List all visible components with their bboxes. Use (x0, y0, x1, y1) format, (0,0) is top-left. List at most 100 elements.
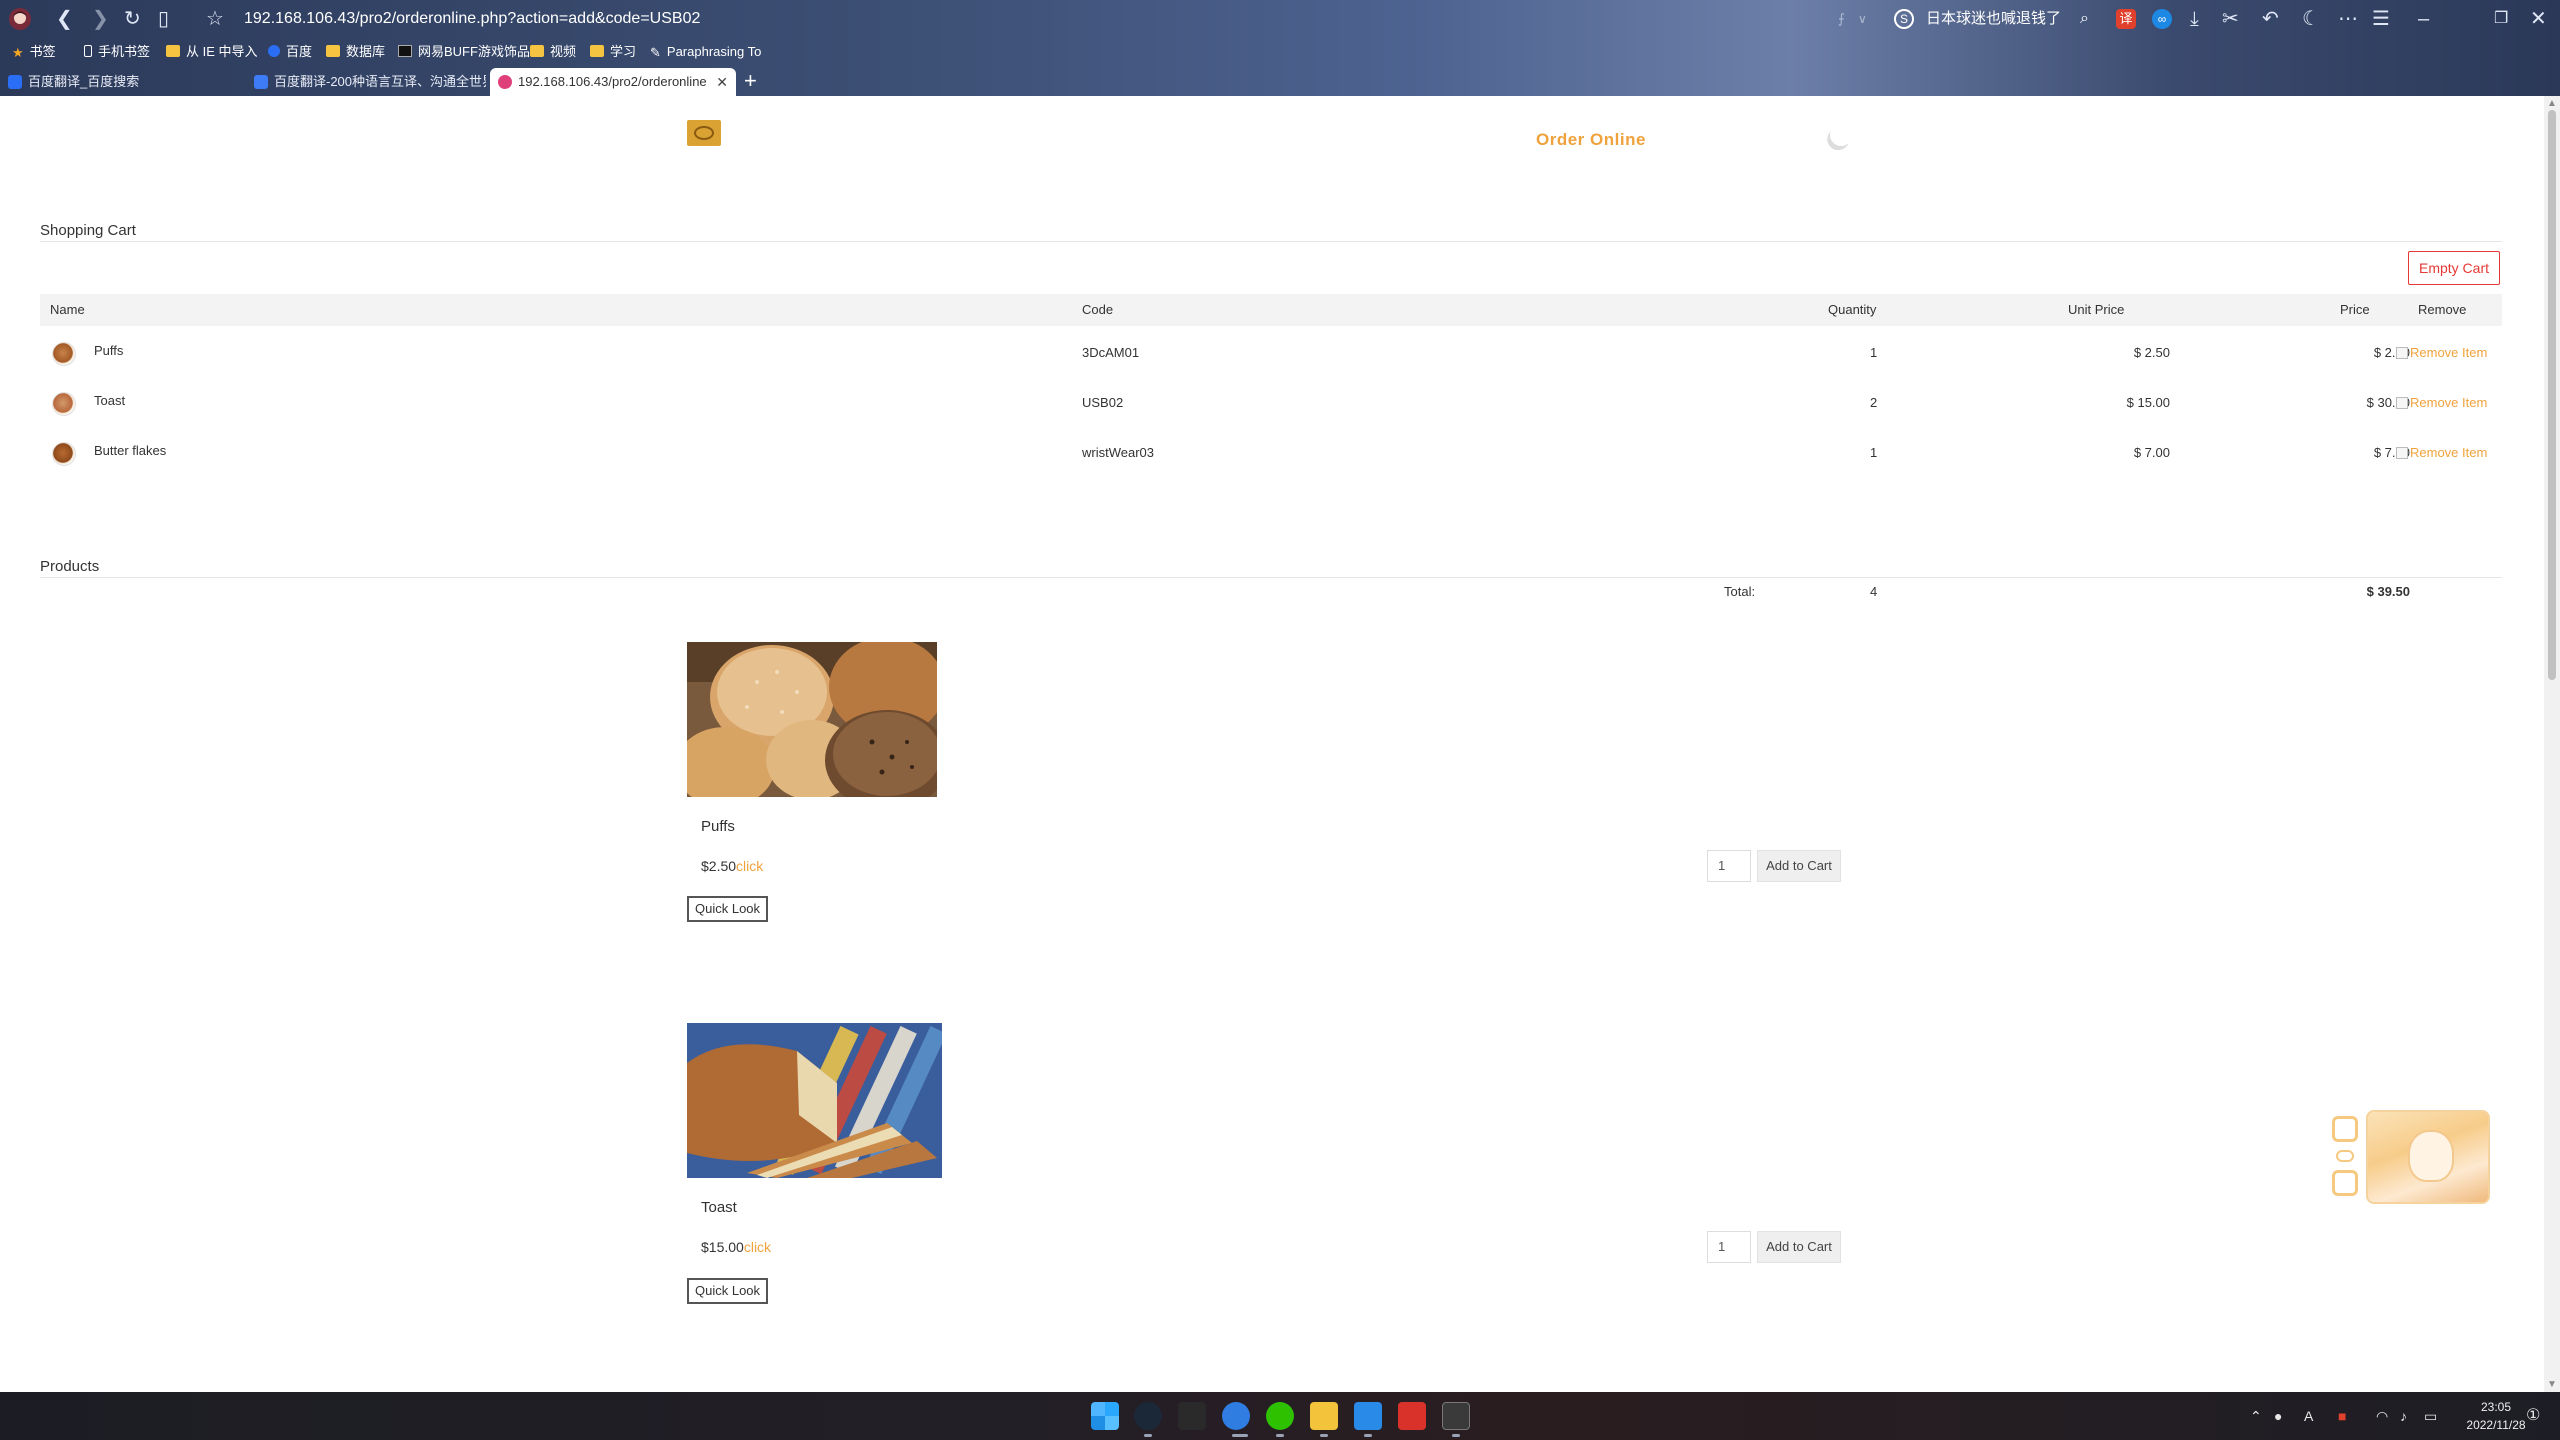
address-bar[interactable]: 192.168.106.43/pro2/orderonline.php?acti… (244, 0, 700, 38)
vscode-icon[interactable] (1354, 1402, 1382, 1430)
quick-look-button[interactable]: Quick Look (687, 896, 769, 922)
scroll-thumb[interactable] (2548, 110, 2556, 680)
bookmark-item[interactable]: 网易BUFF游戏饰品 (398, 40, 530, 64)
site-logo[interactable] (687, 120, 721, 146)
more-icon[interactable]: ⋯ (2338, 0, 2358, 38)
product-name: Puffs (701, 818, 735, 835)
bookmark-item[interactable]: 手机书签 (84, 40, 150, 64)
input-method-indicator[interactable]: A (2304, 1392, 2313, 1440)
clock-time: 23:05 (2480, 1400, 2512, 1414)
bookmark-item[interactable]: 百度 (268, 40, 312, 64)
translate-small-icon[interactable]: ⨍ (1838, 0, 1845, 38)
tray-overflow-icon[interactable]: ⌃ (2250, 1392, 2262, 1440)
sogou-tray-icon[interactable]: ■ (2338, 1392, 2346, 1440)
cart-item-code: USB02 (1082, 395, 1124, 410)
browser-icon[interactable] (1222, 1402, 1250, 1430)
favorite-star-icon[interactable]: ☆ (206, 0, 224, 38)
minimize-icon[interactable]: ‒ (2418, 0, 2429, 38)
steam-icon[interactable] (1134, 1402, 1162, 1430)
bookmark-item[interactable]: 视频 (530, 40, 576, 64)
floating-assistant-widget[interactable] (2330, 1110, 2490, 1210)
folder-icon (326, 45, 340, 57)
volume-icon[interactable]: ♪ (2400, 1392, 2407, 1440)
download-icon[interactable]: ⤓ (2190, 0, 2199, 38)
reader-mode-icon[interactable]: ▯ (158, 0, 169, 38)
bookmark-item[interactable]: ✎ Paraphrasing To (650, 40, 761, 64)
back-icon[interactable]: ❮ (56, 0, 73, 38)
wps-icon[interactable] (1398, 1402, 1426, 1430)
wechat-icon[interactable] (1266, 1402, 1294, 1430)
running-indicator (1276, 1434, 1284, 1437)
screenshot-scissors-icon[interactable]: ✂ (2222, 0, 2239, 38)
widget-badge-icon[interactable] (2332, 1116, 2358, 1142)
extension-icon[interactable]: ∞ (2152, 9, 2172, 29)
battery-icon[interactable]: ▭ (2424, 1392, 2437, 1440)
close-window-icon[interactable]: ✕ (2530, 0, 2547, 38)
tab-strip: 百度翻译_百度搜索 百度翻译-200种语言互译、沟通全世界 192.168.10… (0, 66, 2560, 96)
add-to-cart-button[interactable]: Add to Cart (1757, 1231, 1841, 1263)
quick-look-button[interactable]: Quick Look (687, 1278, 769, 1304)
product-card: Puffs $2.50click Quick Look 1 Add to Car… (0, 642, 2544, 972)
product-click-link[interactable]: click (744, 1239, 771, 1255)
product-image-toast[interactable] (687, 1023, 942, 1178)
product-name: Toast (701, 1199, 737, 1216)
file-explorer-icon[interactable] (1310, 1402, 1338, 1430)
bookmark-item[interactable]: 从 IE 中导入 (166, 40, 258, 64)
scroll-down-icon[interactable]: ▼ (2547, 1379, 2557, 1390)
page-scrollbar[interactable]: ▲ ▼ (2544, 96, 2560, 1392)
tab-baidu-search[interactable]: 百度翻译_百度搜索 (0, 68, 244, 96)
product-image-puffs[interactable] (687, 642, 937, 797)
add-to-cart-button[interactable]: Add to Cart (1757, 850, 1841, 882)
menu-icon[interactable]: ☰ (2372, 0, 2390, 38)
forward-icon[interactable]: ❯ (92, 0, 109, 38)
wifi-icon[interactable]: ◠ (2376, 1392, 2388, 1440)
remove-item-link[interactable]: Remove Item (2396, 428, 2487, 478)
product-price: $15.00click (701, 1239, 772, 1255)
undo-icon[interactable]: ↶ (2262, 0, 2279, 38)
translate-icon[interactable]: 译 (2116, 9, 2136, 29)
cart-item-name: Butter flakes (94, 443, 167, 458)
browser-avatar-icon[interactable] (8, 0, 32, 44)
windows-start-icon[interactable] (1091, 1402, 1119, 1430)
system-clock[interactable]: 23:05 2022/11/28 (2456, 1398, 2536, 1434)
new-tab-icon[interactable]: + (744, 66, 757, 96)
widget-badge-icon[interactable] (2332, 1170, 2358, 1196)
remove-item-link[interactable]: Remove Item (2396, 328, 2487, 378)
product-card: Toast $15.00click Quick Look 1 Add to Ca… (0, 1023, 2544, 1353)
link-icon[interactable] (2336, 1150, 2354, 1162)
product-thumbnail (52, 392, 76, 416)
tab-baidu-translate[interactable]: 百度翻译-200种语言互译、沟通全世界 (246, 68, 486, 96)
search-icon[interactable]: ⌕ (2080, 6, 2089, 32)
bookmark-item[interactable]: ★ 书签 (12, 40, 56, 64)
tab-order-online[interactable]: 192.168.106.43/pro2/orderonline ✕ (490, 68, 736, 96)
bookmark-item[interactable]: 数据库 (326, 40, 385, 64)
reload-icon[interactable]: ↻ (124, 0, 141, 38)
column-header-quantity: Quantity (1828, 302, 1877, 317)
broken-image-icon (2396, 397, 2408, 409)
game-launcher-icon[interactable] (1178, 1402, 1206, 1430)
product-click-link[interactable]: click (736, 858, 763, 874)
empty-cart-button[interactable]: Empty Cart (2408, 251, 2500, 285)
restore-icon[interactable]: ❐ (2494, 0, 2508, 38)
browser-chrome: ❮ ❯ ↻ ▯ ☆ 192.168.106.43/pro2/orderonlin… (0, 0, 2560, 96)
anime-character-avatar[interactable] (2366, 1110, 2490, 1204)
chevron-down-icon[interactable]: ∨ (1858, 0, 1867, 38)
tray-app-icon[interactable]: ● (2274, 1392, 2282, 1440)
quantity-input[interactable]: 1 (1707, 1231, 1751, 1263)
scroll-up-icon[interactable]: ▲ (2547, 98, 2557, 109)
cart-item-unit-price: $ 7.00 (2133, 445, 2170, 460)
quantity-input[interactable]: 1 (1707, 850, 1751, 882)
search-input[interactable]: 日本球迷也喊退钱了 (1926, 6, 2061, 32)
total-quantity: 4 (1870, 584, 1878, 599)
site-title[interactable]: Order Online (1536, 130, 1646, 150)
moon-icon[interactable] (1827, 121, 1855, 149)
close-tab-icon[interactable]: ✕ (716, 68, 728, 96)
terminal-icon[interactable] (1442, 1402, 1470, 1430)
bookmark-item[interactable]: 学习 (590, 40, 636, 64)
search-box[interactable]: S 日本球迷也喊退钱了 ⌕ (1888, 6, 2104, 32)
notification-icon[interactable]: ① (2526, 1392, 2540, 1440)
night-mode-icon[interactable]: ☾ (2302, 0, 2320, 38)
sogou-icon[interactable]: S (1894, 9, 1914, 29)
running-indicator (1144, 1434, 1152, 1437)
remove-item-link[interactable]: Remove Item (2396, 378, 2487, 428)
